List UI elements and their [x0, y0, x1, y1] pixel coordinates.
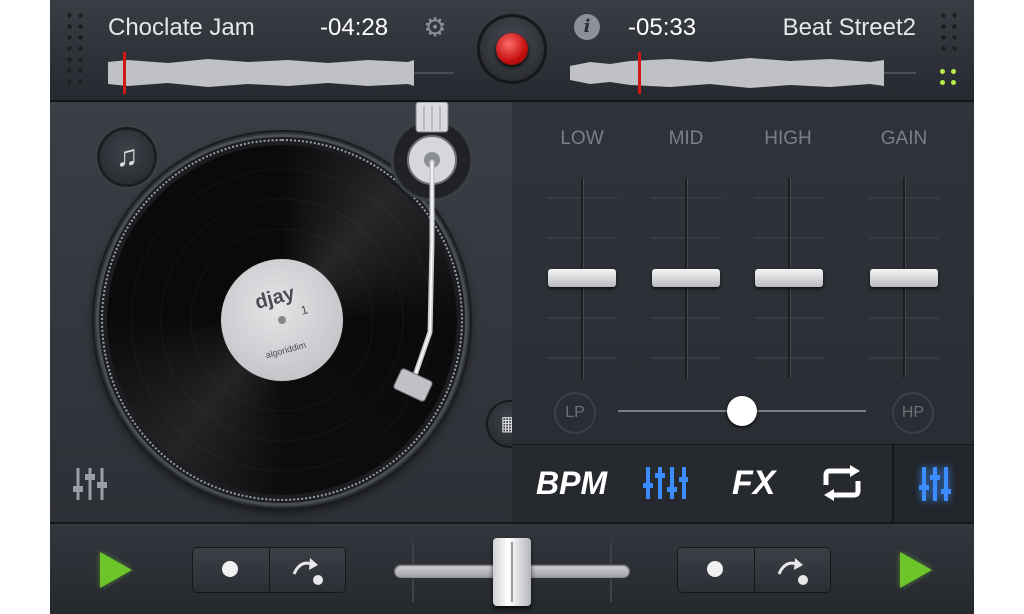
transport-bar — [50, 522, 974, 614]
low-fader-knob[interactable] — [548, 269, 616, 287]
deck-a-waveform[interactable] — [108, 54, 456, 92]
deck-a-play-button[interactable] — [100, 552, 132, 588]
deck-a-cue-button[interactable] — [193, 548, 268, 592]
mixer-toggle-button[interactable] — [892, 445, 974, 523]
crossfader-knob[interactable] — [493, 538, 531, 606]
eq-low-label: LOW — [560, 128, 604, 149]
deck-b-status-dots — [937, 66, 959, 88]
deck-b-cue-button[interactable] — [678, 548, 753, 592]
skip-icon — [777, 558, 808, 585]
deck-b-skip-button[interactable] — [754, 548, 830, 592]
left-speaker-dots — [64, 10, 86, 86]
deck-a-track-title: Choclate Jam — [108, 14, 255, 41]
deck-b-playhead — [638, 52, 641, 94]
sliders-icon[interactable] — [70, 464, 110, 504]
info-icon[interactable]: i — [574, 14, 600, 40]
deck-b-track-title: Beat Street2 — [782, 14, 916, 41]
djay-app: Choclate Jam -04:28 ⚙ i -05:33 Beat Stre… — [50, 0, 974, 614]
mid-fader-knob[interactable] — [652, 269, 720, 287]
turntable-panel: djay 1 algoriddim ♫ ▦ — [50, 102, 532, 522]
eq-mid-label: MID — [668, 128, 704, 149]
deck-b-play-button[interactable] — [900, 552, 932, 588]
high-pass-button[interactable]: HP — [892, 392, 934, 434]
fx-button[interactable]: FX — [732, 463, 775, 503]
skip-icon — [292, 558, 323, 585]
eq-mixer-panel: LOW MID HIGH GAIN LP HP — [512, 102, 974, 444]
deck-a-cue-controls — [193, 548, 345, 592]
cue-dot-icon — [707, 561, 723, 577]
gain-fader-knob[interactable] — [870, 269, 938, 287]
cue-dot-icon — [222, 561, 238, 577]
deck-a-skip-button[interactable] — [269, 548, 345, 592]
loop-icon[interactable] — [818, 463, 866, 503]
top-bar: Choclate Jam -04:28 ⚙ i -05:33 Beat Stre… — [50, 0, 974, 102]
sliders-icon — [919, 467, 951, 501]
right-speaker-dots — [938, 10, 960, 54]
deck-a-remaining-time: -04:28 — [320, 14, 389, 41]
deck-b-remaining-time: -05:33 — [628, 14, 697, 41]
deck-b-cue-controls — [678, 548, 830, 592]
low-pass-button[interactable]: LP — [554, 392, 596, 434]
mode-toolbar: BPM FX — [512, 444, 974, 523]
record-button[interactable] — [477, 14, 547, 84]
add-music-button[interactable]: ♫ — [100, 130, 154, 184]
eq-mode-sliders-icon[interactable] — [642, 463, 688, 503]
bpm-button[interactable]: BPM — [536, 463, 607, 503]
eq-gain-label: GAIN — [880, 128, 928, 149]
eq-high-label: HIGH — [764, 128, 812, 149]
record-icon — [496, 33, 528, 65]
deck-a-playhead — [123, 52, 126, 94]
filter-slider-knob[interactable] — [727, 396, 757, 426]
deck-b-waveform[interactable] — [570, 54, 918, 92]
high-fader-knob[interactable] — [755, 269, 823, 287]
gear-icon[interactable]: ⚙ — [420, 12, 450, 42]
music-add-icon: ♫ — [115, 140, 139, 173]
